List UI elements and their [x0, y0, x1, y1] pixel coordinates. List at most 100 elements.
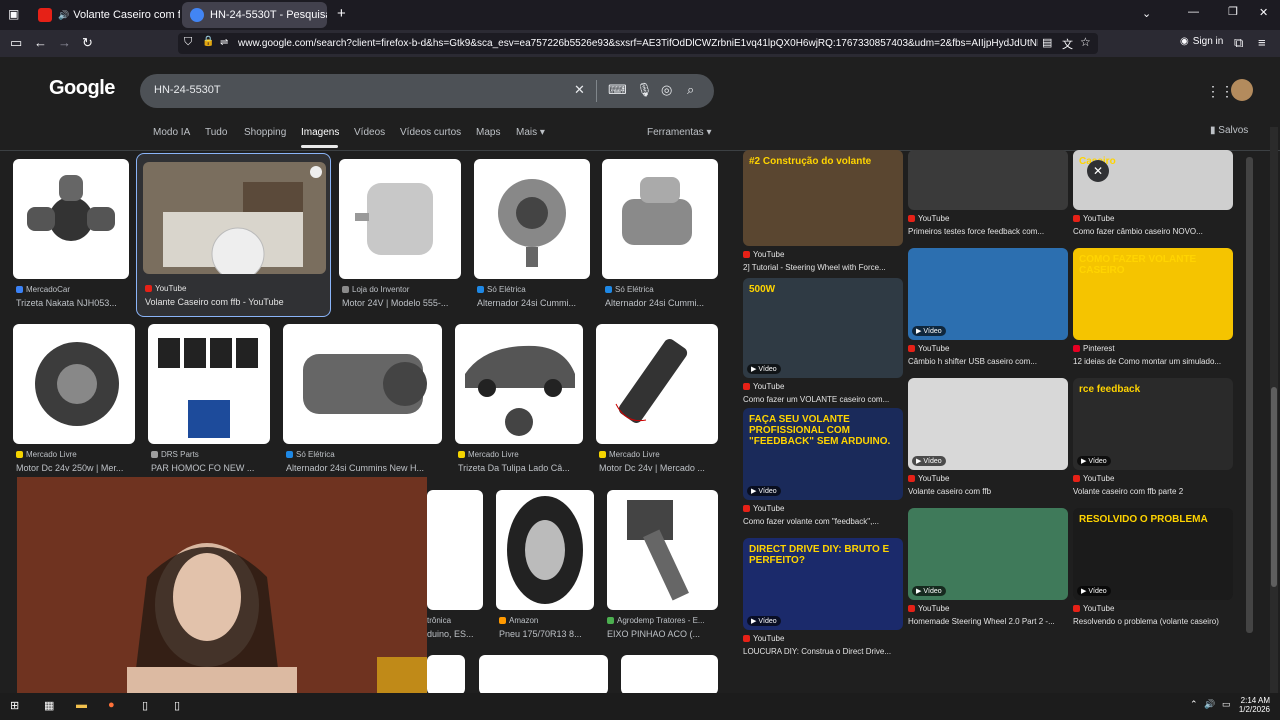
- tab-google[interactable]: HN-24-5530T - Pesquisa Googl ✕: [182, 2, 327, 28]
- tab-modo-ia[interactable]: Modo IA: [153, 127, 190, 138]
- result-title[interactable]: duino, ES...: [427, 629, 483, 639]
- avatar[interactable]: [1231, 79, 1253, 101]
- image-result[interactable]: Mercado Livre Trizeta Da Tulipa Lado Câ.…: [455, 324, 583, 478]
- result-title[interactable]: Motor Dc 24v 250w | Mer...: [16, 463, 135, 473]
- image-result[interactable]: Só Elétrica Alternador 24si Cummi...: [602, 159, 718, 315]
- image-result[interactable]: Só Elétrica Alternador 24si Cummins New …: [283, 324, 442, 478]
- volume-icon[interactable]: 🔊: [1204, 699, 1215, 710]
- new-tab-button[interactable]: +: [337, 5, 346, 22]
- reload-icon[interactable]: ↻: [82, 35, 93, 51]
- video-title[interactable]: Como fazer câmbio caseiro NOVO...: [1073, 227, 1231, 236]
- panel-scrollbar[interactable]: [1246, 157, 1253, 633]
- search-box[interactable]: HN-24-5530T ✕ ⌨ 🎙 ◎ ⌕: [140, 74, 714, 108]
- restore-icon[interactable]: ❐: [1228, 5, 1238, 18]
- image-result[interactable]: Amazon Pneu 175/70R13 8...: [496, 490, 594, 644]
- minimize-icon[interactable]: —: [1188, 6, 1199, 18]
- result-thumbnail[interactable]: [143, 162, 326, 274]
- result-thumbnail[interactable]: [427, 490, 483, 610]
- video-title[interactable]: Câmbio h shifter USB caseiro com...: [908, 357, 1066, 366]
- start-icon[interactable]: ⊞: [10, 699, 19, 712]
- video-thumbnail[interactable]: rce feedback ▶ Vídeo: [1073, 378, 1233, 470]
- mic-icon[interactable]: 🎙: [636, 82, 653, 98]
- clock[interactable]: 2:14 AM 1/2/2026: [1238, 696, 1270, 714]
- result-thumbnail[interactable]: [496, 490, 594, 610]
- video-title[interactable]: 2] Tutorial - Steering Wheel with Force.…: [743, 263, 901, 272]
- window-close-icon[interactable]: ✕: [1259, 6, 1268, 19]
- sidebar-icon[interactable]: ▭: [10, 35, 22, 51]
- apps-grid-icon[interactable]: ⋮⋮: [1206, 83, 1234, 100]
- result-thumbnail[interactable]: [13, 159, 129, 279]
- tab-maps[interactable]: Maps: [476, 127, 500, 138]
- menu-icon[interactable]: ≡: [1258, 35, 1266, 50]
- sign-in-button[interactable]: ◉ Sign in: [1180, 36, 1223, 47]
- result-title[interactable]: Motor 24V | Modelo 555-...: [342, 298, 461, 308]
- result-title[interactable]: Alternador 24si Cummi...: [605, 298, 718, 308]
- video-thumbnail[interactable]: COMO FAZER VOLANTE CASEIRO: [1073, 248, 1233, 340]
- result-title[interactable]: Alternador 24si Cummins New H...: [286, 463, 442, 473]
- result-title[interactable]: Volante Caseiro com ffb - YouTube: [145, 297, 325, 307]
- bookmark-star-icon[interactable]: ☆: [1080, 35, 1091, 49]
- file-icon[interactable]: ▯: [174, 699, 180, 712]
- result-thumbnail[interactable]: [596, 324, 718, 444]
- tab-videos[interactable]: Vídeos: [354, 127, 385, 138]
- tab-mais[interactable]: Mais ▾: [516, 127, 545, 138]
- tab-youtube[interactable]: 🔊 Volante Caseiro com ffb - Y: [30, 2, 180, 28]
- forward-icon[interactable]: →: [58, 35, 71, 50]
- video-title[interactable]: Homemade Steering Wheel 2.0 Part 2 -...: [908, 617, 1066, 626]
- video-title[interactable]: 12 ideias de Como montar um simulado...: [1073, 357, 1231, 366]
- result-thumbnail[interactable]: [474, 159, 590, 279]
- file-icon[interactable]: ▯: [142, 699, 148, 712]
- back-icon[interactable]: ←: [34, 35, 47, 50]
- keyboard-icon[interactable]: ⌨: [608, 82, 627, 98]
- video-thumbnail[interactable]: FAÇA SEU VOLANTE PROFISSIONAL COM "FEEDB…: [743, 408, 903, 500]
- video-thumbnail[interactable]: #2 Construção do volante: [743, 150, 903, 246]
- video-thumbnail[interactable]: DIRECT DRIVE DIY: BRUTO E PERFEITO? ▶ Víd…: [743, 538, 903, 630]
- google-logo[interactable]: Google: [49, 77, 115, 100]
- chevron-down-icon[interactable]: ⌄: [1142, 7, 1151, 20]
- clear-icon[interactable]: ✕: [574, 82, 585, 98]
- video-thumbnail[interactable]: 500W ▶ Vídeo: [743, 278, 903, 378]
- video-title[interactable]: Como fazer volante com "feedback",...: [743, 517, 901, 526]
- translate-icon[interactable]: 文: [1062, 36, 1073, 52]
- search-input[interactable]: HN-24-5530T: [154, 84, 221, 96]
- image-result[interactable]: Mercado Livre Motor Dc 24v | Mercado ...: [596, 324, 718, 478]
- permissions-icon[interactable]: ⇌: [220, 37, 228, 48]
- url-text[interactable]: www.google.com/search?client=firefox-b-d…: [238, 38, 1038, 49]
- tray-chevron-icon[interactable]: ⌃: [1190, 699, 1198, 710]
- result-thumbnail[interactable]: [607, 490, 718, 610]
- lens-icon[interactable]: ◎: [661, 82, 672, 98]
- image-result[interactable]: Agrodemp Tratores - E... EIXO PINHAO ACO…: [607, 490, 718, 644]
- image-result[interactable]: Loja do Inventor Motor 24V | Modelo 555-…: [339, 159, 461, 315]
- video-title[interactable]: Volante caseiro com ffb parte 2: [1073, 487, 1231, 496]
- tools-button[interactable]: Ferramentas ▾: [647, 127, 711, 138]
- result-thumbnail[interactable]: [339, 159, 461, 279]
- folder-icon[interactable]: ▬: [76, 699, 87, 711]
- result-thumbnail[interactable]: [602, 159, 718, 279]
- shield-icon[interactable]: ⛉: [184, 36, 192, 49]
- video-title[interactable]: Volante caseiro com ffb: [908, 487, 1066, 496]
- image-result[interactable]: trônica duino, ES...: [427, 490, 483, 644]
- video-title[interactable]: Primeiros testes force feedback com...: [908, 227, 1066, 236]
- result-thumbnail[interactable]: [621, 655, 718, 693]
- image-result[interactable]: Só Elétrica Alternador 24si Cummi...: [474, 159, 590, 315]
- result-title[interactable]: Trizeta Nakata NJH053...: [16, 298, 129, 308]
- scrollbar[interactable]: [1270, 127, 1278, 693]
- image-result[interactable]: DRS Parts PAR HOMOC FO NEW ...: [148, 324, 270, 478]
- result-title[interactable]: Trizeta Da Tulipa Lado Câ...: [458, 463, 583, 473]
- result-thumbnail[interactable]: [13, 324, 135, 444]
- video-title[interactable]: Como fazer um VOLANTE caseiro com...: [743, 395, 901, 404]
- tab-list-icon[interactable]: ▣: [8, 7, 19, 21]
- saved-button[interactable]: ▮ Salvos: [1210, 125, 1248, 136]
- video-thumbnail[interactable]: ▶ Vídeo: [908, 378, 1068, 470]
- image-result[interactable]: Mercado Livre Motor Dc 24v 250w | Mer...: [13, 324, 135, 478]
- scrollbar-thumb[interactable]: [1271, 387, 1277, 587]
- reader-view-icon[interactable]: ▤: [1042, 36, 1052, 49]
- result-title[interactable]: EIXO PINHAO ACO (...: [607, 629, 718, 639]
- result-thumbnail[interactable]: [479, 655, 608, 693]
- video-thumbnail[interactable]: ▶ Vídeo: [908, 248, 1068, 340]
- store-icon[interactable]: ▦: [44, 699, 54, 712]
- result-thumbnail[interactable]: [148, 324, 270, 444]
- result-title[interactable]: PAR HOMOC FO NEW ...: [151, 463, 270, 473]
- image-result-selected[interactable]: YouTube Volante Caseiro com ffb - YouTub…: [136, 153, 331, 317]
- close-panel-icon[interactable]: ✕: [1087, 160, 1109, 182]
